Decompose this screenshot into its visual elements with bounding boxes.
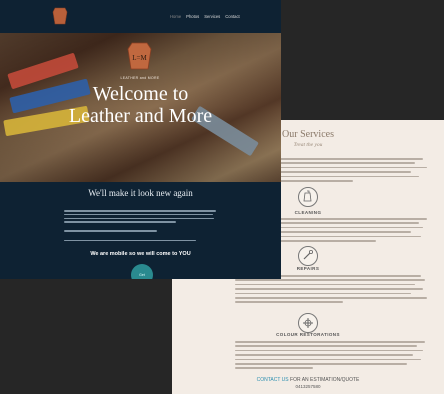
nav-links: Home Photos Services Contact bbox=[170, 14, 240, 19]
hero-logo-icon: L=M bbox=[123, 40, 156, 76]
colour-text bbox=[235, 341, 431, 372]
top-nav: Home Photos Services Contact bbox=[0, 0, 281, 33]
nav-home[interactable]: Home bbox=[170, 14, 181, 19]
intro-band: We'll make it look new again We are mobi… bbox=[0, 182, 281, 279]
repair-icon bbox=[298, 246, 318, 266]
phone-number[interactable]: 0413257580 bbox=[172, 384, 444, 389]
hero-banner: L=M LEATHER and MORE Welcome to Leather … bbox=[0, 33, 281, 182]
nav-contact[interactable]: Contact bbox=[225, 14, 239, 19]
contact-prompt: CONTACT US FOR AN ESTIMATION/QUOTE bbox=[172, 377, 444, 383]
mobile-tagline: We are mobile so we will come to YOU bbox=[90, 251, 191, 257]
cleaning-icon bbox=[298, 187, 318, 207]
repairs-text bbox=[235, 275, 431, 306]
contact-us-link[interactable]: CONTACT US bbox=[257, 377, 289, 383]
nav-photos[interactable]: Photos bbox=[186, 14, 199, 19]
get-button[interactable]: Get bbox=[131, 264, 153, 279]
band-title: We'll make it look new again bbox=[88, 188, 193, 198]
hero-title-line2: Leather and More bbox=[68, 105, 213, 127]
band-text bbox=[64, 210, 219, 243]
service-title-colour: COLOUR RESTORATIONS bbox=[276, 332, 340, 337]
contact-prompt-text: FOR AN ESTIMATION/QUOTE bbox=[290, 377, 360, 383]
hero-logo-text: LEATHER and MORE bbox=[120, 76, 160, 80]
nav-services[interactable]: Services bbox=[204, 14, 220, 19]
colour-icon bbox=[298, 313, 318, 333]
hero-logo-monogram: L=M bbox=[132, 54, 147, 62]
leather-logo-icon[interactable] bbox=[49, 5, 71, 29]
hero-title: Welcome to Leather and More bbox=[0, 83, 281, 127]
home-page: Home Photos Services Contact L=M LEATHER… bbox=[0, 0, 281, 279]
hero-title-line1: Welcome to bbox=[92, 83, 189, 105]
